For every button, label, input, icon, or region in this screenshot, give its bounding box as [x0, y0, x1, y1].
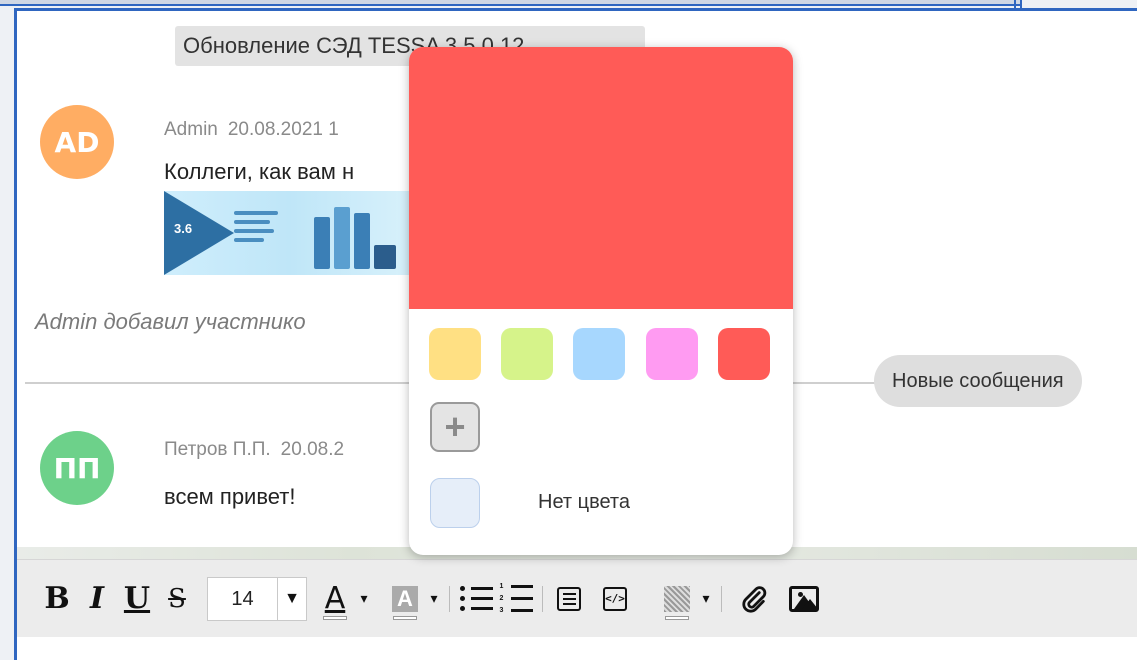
shading-icon	[664, 585, 690, 612]
attachment-text-lines	[234, 211, 278, 247]
attach-file-button[interactable]	[734, 576, 774, 622]
code-icon: </>	[603, 586, 627, 611]
numbered-list-button[interactable]: 1 2 3	[496, 576, 536, 622]
shading-button[interactable]	[657, 576, 697, 622]
swatch-pink[interactable]	[646, 328, 698, 380]
shading-dropdown-icon[interactable]: ▾	[697, 590, 715, 607]
text-color-icon: A	[324, 581, 346, 616]
image-icon	[789, 585, 819, 612]
message-author[interactable]: Admin	[164, 119, 218, 140]
highlight-icon: A	[392, 585, 418, 612]
highlight-color-indicator	[393, 615, 417, 620]
toolbar-separator	[721, 585, 722, 612]
swatch-red[interactable]	[718, 328, 770, 380]
text-color-indicator	[323, 615, 347, 620]
text-color-button[interactable]: A	[315, 576, 355, 622]
paperclip-icon	[742, 585, 767, 613]
block-quote-button[interactable]	[549, 576, 589, 622]
block-quote-icon	[557, 586, 581, 611]
swatch-green[interactable]	[501, 328, 553, 380]
font-size-select[interactable]: 14 ▼	[207, 576, 307, 621]
swatch-yellow[interactable]	[429, 328, 481, 380]
highlight-color-button[interactable]: A	[385, 576, 425, 622]
selected-color-preview[interactable]	[409, 47, 793, 309]
avatar[interactable]: ПП	[40, 431, 114, 505]
message-text: Коллеги, как вам н	[164, 159, 355, 184]
bullet-list-icon	[459, 586, 493, 611]
message-meta: Admin 20.08.2021 1	[164, 119, 339, 141]
swatch-blue[interactable]	[573, 328, 625, 380]
message-author[interactable]: Петров П.П.	[164, 439, 271, 460]
avatar[interactable]: AD	[40, 105, 114, 179]
editor-toolbar: B I U S 14 ▼ A ▾ A ▾ 1 2 3 </> ▾	[17, 559, 1137, 637]
underline-button[interactable]: U	[117, 576, 157, 622]
toolbar-separator	[449, 585, 450, 612]
toolbar-separator	[542, 585, 543, 612]
font-size-dropdown-icon[interactable]: ▼	[278, 590, 306, 608]
message-date: 20.08.2021 1	[227, 119, 339, 140]
insert-image-button[interactable]	[784, 576, 824, 622]
color-picker-popup: + Нет цвета	[409, 47, 793, 555]
bold-button[interactable]: B	[37, 576, 77, 622]
highlight-dropdown-icon[interactable]: ▾	[425, 590, 443, 607]
message-meta: Петров П.П. 20.08.2	[164, 439, 344, 461]
message-text: всем привет!	[164, 484, 296, 509]
no-color-label[interactable]: Нет цвета	[538, 491, 630, 514]
message-date: 20.08.2	[280, 439, 345, 460]
window-strip	[1024, 0, 1137, 8]
attachment-version: 3.6	[174, 221, 193, 236]
add-color-button[interactable]: +	[430, 402, 480, 452]
bullet-list-button[interactable]	[456, 576, 496, 622]
shading-indicator	[665, 615, 689, 620]
italic-button[interactable]: I	[77, 576, 117, 622]
no-color-swatch[interactable]	[430, 478, 480, 528]
attachment-image[interactable]: 3.6	[164, 191, 414, 275]
text-color-dropdown-icon[interactable]: ▾	[355, 590, 373, 607]
attachment-illustration	[304, 199, 404, 269]
numbered-list-icon: 1 2 3	[500, 583, 533, 614]
strikethrough-button[interactable]: S	[157, 576, 197, 622]
code-button[interactable]: </>	[595, 576, 635, 622]
new-messages-badge[interactable]: Новые сообщения	[874, 355, 1082, 407]
system-message: Admin добавил участнико	[35, 309, 306, 334]
font-size-value[interactable]: 14	[208, 577, 278, 620]
underlying-window-edge	[0, 0, 1020, 6]
